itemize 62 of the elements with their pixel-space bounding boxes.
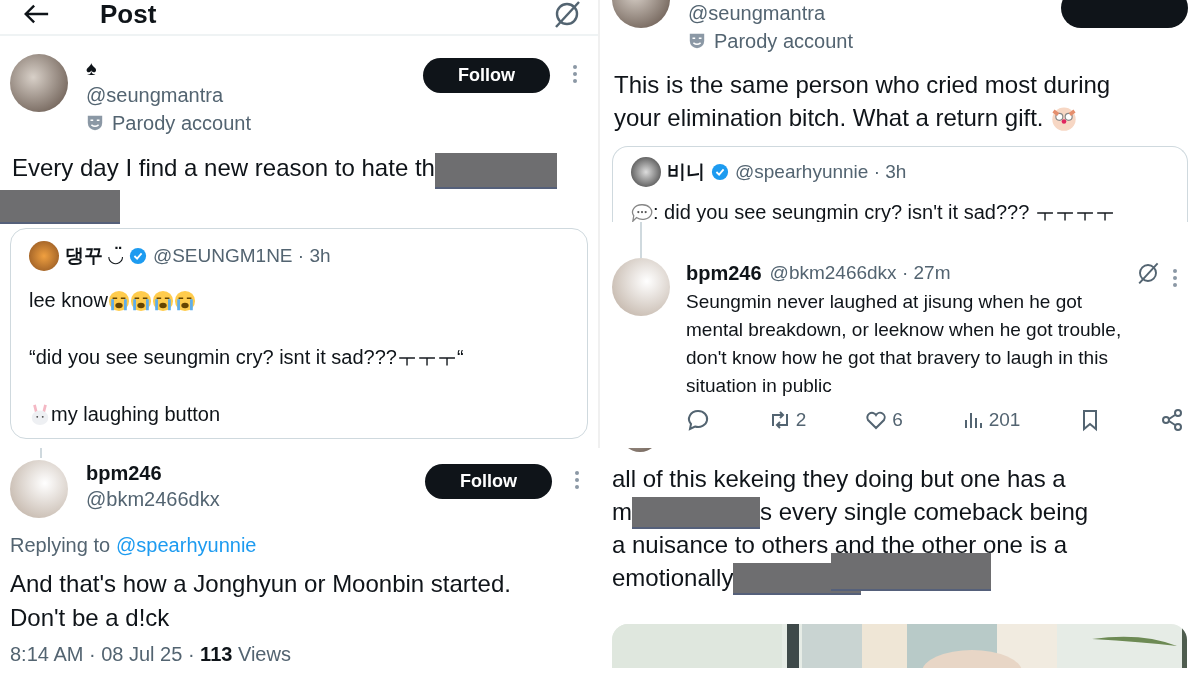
avatar: [29, 241, 59, 272]
follow-button-edge[interactable]: [1061, 0, 1188, 28]
post-text: Every day I find a new reason to hate th: [12, 154, 435, 181]
crying-face-icon: [151, 289, 174, 312]
mask-icon: [86, 114, 104, 132]
replying-label: Replying to: [10, 534, 111, 557]
post-text-line: Don't be a d!ck: [10, 603, 171, 633]
crying-face-icon: [107, 289, 130, 312]
reply-text-line: mental breakdown, or leeknow when he got trouble,: [686, 318, 1123, 342]
comment-text: emotionally: [612, 563, 734, 593]
crying-face-icon: [173, 289, 196, 312]
follow-button[interactable]: Follow: [425, 464, 552, 499]
more-icon[interactable]: [572, 64, 578, 84]
speech-bubble-icon: [686, 408, 710, 432]
display-name: bpm246: [86, 461, 163, 486]
comment-text: a nuisance to others and the other one is a: [612, 530, 1067, 560]
page-title: Post: [100, 0, 158, 30]
quoted-text: “did you see seungmin cry? isnt it sad???ㅜㅜㅜ“: [29, 345, 464, 371]
back-arrow-icon[interactable]: [22, 2, 50, 26]
share-button[interactable]: [1160, 408, 1184, 432]
display-name: bpm246: [686, 261, 762, 286]
more-icon[interactable]: [574, 470, 580, 490]
display-name: 댕꾸 ◡̈: [65, 244, 123, 269]
post-text-line: And that's how a Jonghyun or Moonbin started.: [10, 569, 512, 599]
reply-text-line: Seungmin never laughed at jisung when he got: [686, 290, 1084, 314]
avatar: [631, 157, 661, 187]
reply-button[interactable]: [686, 408, 710, 432]
avatar[interactable]: [10, 54, 68, 112]
user-handle: @SEUNGM1NE · 3h: [152, 245, 331, 268]
parody-label: Parody account: [112, 111, 251, 136]
share-icon: [1160, 408, 1184, 432]
post-text-line: your elimination bitch. What a return gift.: [614, 103, 1044, 133]
display-name: ♠: [86, 56, 98, 81]
mask-icon: [688, 32, 706, 50]
slashed-circle-icon[interactable]: [552, 0, 582, 29]
user-handle: @bkm2466dkx · 27m: [769, 262, 951, 284]
user-handle: @seungmantra: [688, 1, 827, 26]
verified-badge-icon: [711, 163, 729, 181]
parody-label: Parody account: [714, 29, 853, 54]
slashed-circle-icon[interactable]: [1136, 261, 1160, 285]
comment-text: m: [612, 497, 632, 527]
crying-face-icon: [129, 289, 152, 312]
rabbit-face-icon: [29, 403, 51, 426]
speech-bubble-icon: [631, 201, 653, 222]
user-handle: @spearhyunnie · 3h: [735, 161, 907, 183]
reply-text-line: situation in public: [686, 374, 833, 398]
quoted-text: my laughing button: [51, 403, 220, 427]
reply-text-line: don't know how he got that bravery to laugh in this: [686, 346, 1109, 370]
comment-text: s every single comeback being: [760, 497, 1089, 527]
user-handle: @seungmantra: [86, 83, 225, 108]
display-name: 비니: [667, 160, 705, 184]
quoted-text: lee know: [29, 289, 108, 313]
user-handle: @bkm2466dkx: [86, 487, 221, 512]
more-icon[interactable]: [1172, 268, 1178, 288]
views-button[interactable]: 201: [960, 408, 1021, 432]
post-text-line: This is the same person who cried most during: [614, 70, 1111, 100]
repost-button[interactable]: 2: [767, 408, 807, 432]
like-button[interactable]: 6: [864, 408, 903, 432]
post-meta: 8:14 AM · 08 Jul 25 · 113 Views: [10, 643, 292, 666]
comment-text: all of this kekeing they doing but one has a: [612, 464, 1066, 494]
verified-badge-icon: [128, 247, 147, 266]
follow-button[interactable]: Follow: [423, 58, 550, 93]
